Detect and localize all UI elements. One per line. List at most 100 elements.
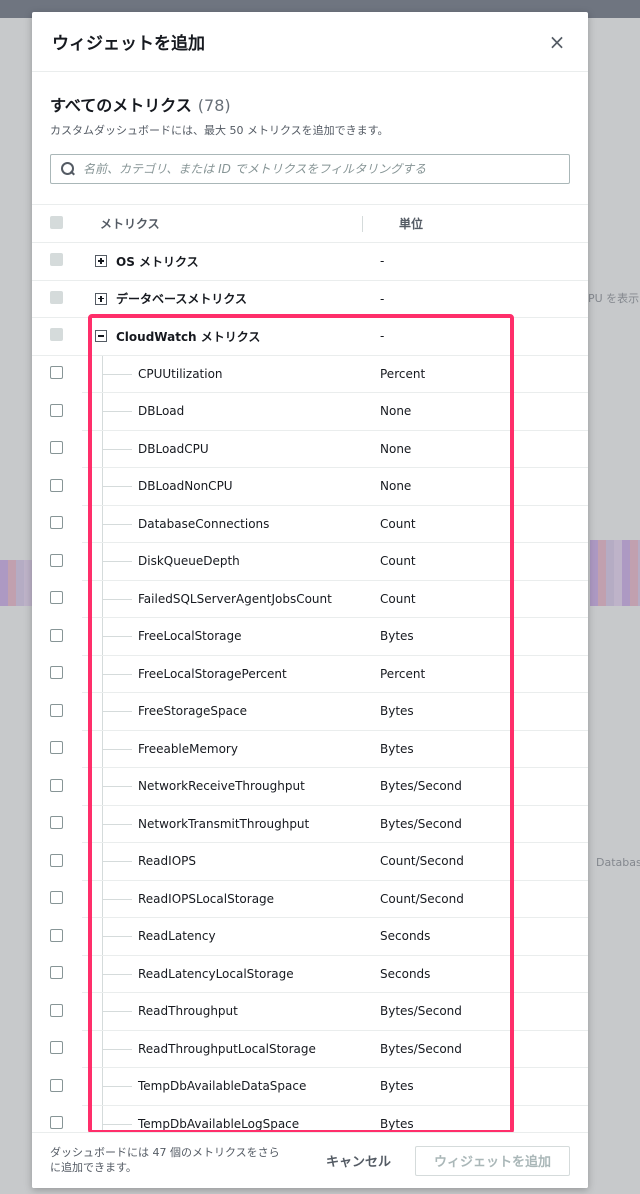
metric-name: DBLoad [138,404,185,419]
section-description: カスタムダッシュボードには、最大 50 メトリクスを追加できます。 [50,124,389,137]
metric-name: TempDbAvailableDataSpace [138,1079,307,1094]
metric-checkbox[interactable] [50,591,63,605]
metric-name-cell: DBLoadCPU [82,430,362,468]
metric-checkbox[interactable] [50,816,63,830]
metric-name-cell: ReadLatency [82,918,362,956]
table-row[interactable]: DiskQueueDepth Count [32,543,588,581]
metric-name: DBLoadNonCPU [138,479,233,494]
modal-title: ウィジェットを追加 [52,34,205,54]
metric-unit: None [362,393,588,431]
metric-name: ReadIOPSLocalStorage [138,891,275,906]
metric-name-cell: FreeStorageSpace [82,693,362,731]
metric-name: ReadIOPS [138,854,196,869]
metric-unit: Seconds [362,918,588,956]
metric-checkbox[interactable] [50,741,63,755]
table-row[interactable]: NetworkReceiveThroughput Bytes/Second [32,768,588,806]
table-row[interactable]: ReadIOPSLocalStorage Count/Second [32,880,588,918]
table-row[interactable]: ReadLatency Seconds [32,918,588,956]
metric-name-cell: DBLoad [82,393,362,431]
metric-checkbox[interactable] [50,478,63,492]
metric-name: FreeLocalStorage [138,629,242,644]
modal-header: ウィジェットを追加 × [32,12,588,72]
metric-checkbox[interactable] [50,891,63,905]
header-unit-label: 単位 [399,217,424,231]
metric-unit: Count/Second [362,881,588,918]
table-row[interactable]: CPUUtilization Percent [32,355,588,393]
metric-name-cell: NetworkTransmitThroughput [82,805,362,843]
metric-checkbox[interactable] [50,1078,63,1092]
metric-checkbox[interactable] [50,928,63,942]
table-row[interactable]: FailedSQLServerAgentJobsCount Count [32,580,588,618]
cancel-button[interactable]: キャンセル [326,1151,391,1170]
metric-name: DatabaseConnections [138,516,270,531]
metric-name-cell: FailedSQLServerAgentJobsCount [82,580,362,618]
expand-icon[interactable] [95,292,107,305]
table-row[interactable]: TempDbAvailableDataSpace Bytes [32,1068,588,1106]
metrics-count: (78) [197,96,231,115]
metric-name: FreeableMemory [138,741,238,756]
table-row[interactable]: DatabaseConnections Count [32,505,588,543]
table-row[interactable]: ReadLatencyLocalStorage Seconds [32,955,588,993]
metric-checkbox[interactable] [50,553,63,567]
metric-checkbox[interactable] [50,853,63,867]
group-unit: - [380,291,385,306]
table-row: CloudWatch メトリクス - [32,318,588,356]
add-widget-button[interactable]: ウィジェットを追加 [414,1145,570,1176]
metric-checkbox[interactable] [50,1041,63,1055]
collapse-icon[interactable] [95,330,107,343]
close-icon[interactable]: × [546,30,568,54]
table-row[interactable]: DBLoad None [32,393,588,431]
metric-checkbox[interactable] [50,703,63,717]
group-unit: - [380,254,385,269]
metric-checkbox[interactable] [50,628,63,642]
table-row[interactable]: FreeLocalStorage Bytes [32,618,588,656]
metric-unit: Bytes/Second [362,806,588,843]
metric-checkbox[interactable] [50,966,63,980]
metric-name: FreeStorageSpace [138,704,247,719]
table-row[interactable]: DBLoadCPU None [32,430,588,468]
table-row[interactable]: NetworkTransmitThroughput Bytes/Second [32,805,588,843]
add-widget-modal: ウィジェットを追加 × すべてのメトリクス (78) カスタムダッシュボードには… [32,12,588,1188]
metric-name-cell: DBLoadNonCPU [82,468,362,506]
metric-checkbox[interactable] [50,1003,63,1017]
select-all-checkbox[interactable] [50,215,63,229]
table-row[interactable]: ReadIOPS Count/Second [32,843,588,881]
metrics-table: メトリクス 単位 OS メトリクス - データベースメトリクス - CloudWatch… [32,204,588,1143]
group-checkbox[interactable] [50,253,63,267]
metric-name: NetworkReceiveThroughput [138,779,305,794]
table-row[interactable]: FreeableMemory Bytes [32,730,588,768]
metric-name-cell: FreeableMemory [82,730,362,768]
search-box[interactable] [50,154,570,184]
table-row[interactable]: ReadThroughput Bytes/Second [32,993,588,1031]
table-row[interactable]: ReadThroughputLocalStorage Bytes/Second [32,1030,588,1068]
metric-name-cell: FreeLocalStoragePercent [82,655,362,693]
search-input[interactable] [83,162,559,176]
group-checkbox[interactable] [50,290,63,304]
metric-checkbox[interactable] [50,366,63,380]
group-name: CloudWatch メトリクス [116,329,261,344]
metric-checkbox[interactable] [50,441,63,455]
metric-checkbox[interactable] [50,666,63,680]
metric-name-cell: ReadIOPSLocalStorage [82,880,362,918]
metric-name-cell: DiskQueueDepth [82,543,362,581]
metric-name: ReadLatencyLocalStorage [138,966,294,981]
metric-checkbox[interactable] [50,1116,63,1130]
metric-name: ReadLatency [138,929,216,944]
header-name: メトリクス [100,217,160,231]
group-name-cell: CloudWatch メトリクス [82,318,362,355]
group-checkbox[interactable] [50,328,63,342]
header-unit: 単位 [362,215,588,232]
metric-checkbox[interactable] [50,403,63,417]
metric-name: DBLoadCPU [138,441,209,456]
expand-icon[interactable] [95,255,107,268]
table-row[interactable]: FreeLocalStoragePercent Percent [32,655,588,693]
metric-name: CPUUtilization [138,366,223,381]
metric-unit: Bytes [362,1068,588,1106]
metric-checkbox[interactable] [50,516,63,530]
table-row[interactable]: FreeStorageSpace Bytes [32,693,588,731]
metric-name-cell: NetworkReceiveThroughput [82,768,362,806]
metric-checkbox[interactable] [50,778,63,792]
metric-unit: Bytes/Second [362,993,588,1031]
table-row[interactable]: DBLoadNonCPU None [32,468,588,506]
metric-unit: Count/Second [362,843,588,881]
